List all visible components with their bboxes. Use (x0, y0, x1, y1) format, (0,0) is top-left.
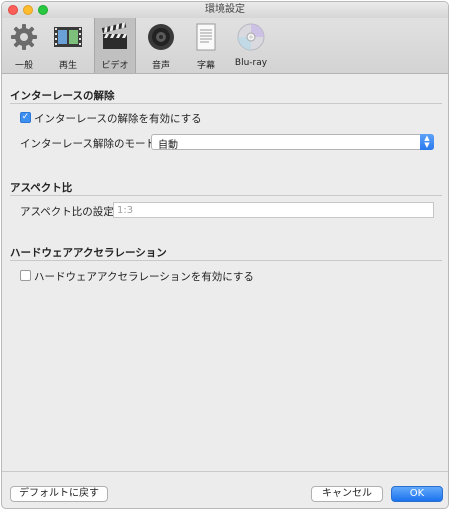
tab-bluray-label: Blu-ray (234, 58, 268, 68)
preferences-toolbar: 一般 再生 ビデオ 音声 字幕 Blu-ray (2, 18, 448, 74)
close-window-button[interactable] (8, 5, 18, 15)
tab-video-label: ビデオ (101, 61, 129, 71)
ok-button[interactable]: OK (391, 486, 443, 502)
window-title: 環境設定 (205, 4, 245, 15)
hardware-enable-label: ハードウェアアクセラレーションを有効にする (34, 271, 254, 283)
tab-playback[interactable]: 再生 (47, 18, 89, 73)
deinterlace-enable-label: インターレースの解除を有効にする (34, 113, 202, 125)
film-frames-icon (54, 27, 82, 47)
minimize-window-button[interactable] (23, 5, 33, 15)
title-bar[interactable]: 環境設定 (2, 2, 448, 18)
footer-divider (2, 471, 448, 472)
cancel-button[interactable]: キャンセル (311, 486, 383, 502)
deinterlace-section-title: インターレースの解除 (10, 90, 115, 102)
speaker-icon (148, 24, 174, 50)
tab-subtitles[interactable]: 字幕 (185, 18, 227, 73)
deinterlace-mode-label: インターレース解除のモード: (20, 138, 160, 150)
tab-subtitles-label: 字幕 (196, 61, 215, 71)
hardware-enable-checkbox[interactable] (20, 270, 31, 281)
tab-playback-label: 再生 (58, 61, 77, 71)
aspect-setting-label: アスペクト比の設定: (20, 206, 118, 218)
chevron-up-down-icon: ▲ ▼ (420, 134, 434, 150)
deinterlace-mode-select[interactable]: 自動 ▲ ▼ (151, 134, 434, 151)
hardware-section-title: ハードウェアアクセラレーション (10, 247, 167, 259)
section-divider (10, 260, 442, 261)
deinterlace-mode-value: 自動 (158, 140, 178, 151)
tab-video[interactable]: ビデオ (94, 18, 136, 73)
restore-defaults-button[interactable]: デフォルトに戻す (10, 486, 108, 502)
tab-general[interactable]: 一般 (3, 18, 45, 73)
aspect-setting-field[interactable] (113, 202, 434, 218)
preferences-window: 環境設定 一般 再生 ビデオ 音声 字幕 Blu-ray インターレースの解除 … (1, 1, 449, 509)
subtitle-document-icon (196, 23, 216, 51)
tab-audio[interactable]: 音声 (140, 18, 182, 73)
section-divider (10, 195, 442, 196)
tab-audio-label: 音声 (151, 61, 170, 71)
deinterlace-enable-checkbox[interactable]: ✓ (20, 112, 31, 123)
aspect-section-title: アスペクト比 (10, 182, 73, 194)
section-divider (10, 103, 442, 104)
zoom-window-button[interactable] (38, 5, 48, 15)
tab-bluray[interactable]: Blu-ray (230, 18, 272, 73)
clapperboard-icon (101, 22, 127, 49)
gear-icon (11, 24, 37, 50)
disc-icon (237, 23, 265, 51)
tab-general-label: 一般 (14, 61, 33, 71)
aspect-setting-input[interactable] (114, 203, 433, 218)
